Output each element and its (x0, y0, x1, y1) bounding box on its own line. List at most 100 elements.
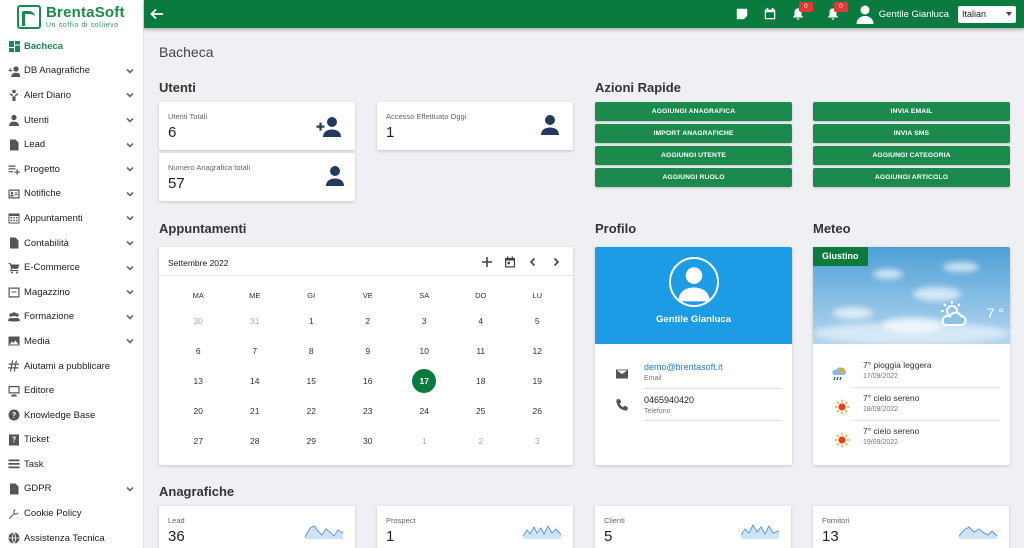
calendar-day[interactable]: 19 (509, 376, 566, 386)
calendar-day[interactable]: 4 (453, 316, 510, 326)
quick-action-aggiungi-utente-button[interactable]: AGGIUNGI UTENTE (595, 146, 792, 165)
sidebar-item-gdpr[interactable]: GDPR (0, 477, 143, 502)
calendar-day[interactable]: 9 (340, 346, 397, 356)
calendar-day[interactable]: 20 (170, 406, 227, 416)
sidebar-item-knowledge-base[interactable]: Knowledge Base (0, 403, 143, 428)
sidebar-item-formazione[interactable]: Formazione (0, 305, 143, 330)
calendar-day[interactable]: 5 (509, 316, 566, 326)
sidebar-item-cookie-policy[interactable]: Cookie Policy (0, 501, 143, 526)
sidebar-item-media[interactable]: Media (0, 329, 143, 354)
calendar-day[interactable]: 2 (340, 316, 397, 326)
stat-value: 5 (604, 528, 613, 545)
calendar-day[interactable]: 10 (396, 346, 453, 356)
anagrafica-card-fornitori[interactable]: Fornitori 13 (813, 506, 1009, 548)
anagrafica-card-clienti[interactable]: Clienti 5 (595, 506, 791, 548)
sidebar-item-lead[interactable]: Lead (0, 132, 143, 157)
section-title-meteo: Meteo (813, 221, 851, 236)
sidebar-item-db-anagrafiche[interactable]: DB Anagrafiche (0, 59, 143, 84)
calendar-day[interactable]: 2 (453, 436, 510, 446)
calendar-day[interactable]: 30 (170, 316, 227, 326)
sidebar-item-alert-diario[interactable]: Alert Diario (0, 83, 143, 108)
stat-card-accessi-oggi[interactable]: Accesso Effettuato Oggi 1 (377, 102, 573, 150)
bell-icon[interactable]: 0 (826, 2, 848, 21)
calendar-day[interactable]: 8 (283, 346, 340, 356)
calendar-day[interactable]: 22 (283, 406, 340, 416)
logo-icon (17, 5, 41, 29)
calendar-day[interactable]: 1 (396, 436, 453, 446)
calendar-day[interactable]: 25 (453, 406, 510, 416)
calendar-day[interactable]: 29 (283, 436, 340, 446)
document-icon (7, 482, 21, 496)
calendar-day[interactable]: 24 (396, 406, 453, 416)
calendar-day[interactable]: 6 (170, 346, 227, 356)
sidebar-item-ticket[interactable]: Ticket (0, 428, 143, 453)
calendar-day[interactable]: 23 (340, 406, 397, 416)
calendar-day[interactable]: 28 (227, 436, 284, 446)
stat-card-utenti-totali[interactable]: Utenti Totali 6 (159, 102, 355, 150)
calendar-today-icon[interactable] (503, 255, 517, 269)
cart-icon (7, 261, 21, 275)
calendar-day-today[interactable]: 17 (396, 369, 453, 393)
chevron-down-icon (125, 213, 135, 223)
quick-action-aggiungi-ruolo-button[interactable]: AGGIUNGI RUOLO (595, 168, 792, 187)
note-icon[interactable] (735, 7, 749, 21)
sidebar-item-progetto[interactable]: Progetto (0, 157, 143, 182)
quick-action-import-anagrafiche-button[interactable]: IMPORT ANAGRAFICHE (595, 124, 792, 143)
calendar-day[interactable]: 15 (283, 376, 340, 386)
quick-action-invia-sms-button[interactable]: INVIA SMS (813, 124, 1010, 143)
calendar-day[interactable]: 1 (283, 316, 340, 326)
sidebar-item-editore[interactable]: Editore (0, 378, 143, 403)
sidebar-item-e-commerce[interactable]: E-Commerce (0, 255, 143, 280)
calendar-day-number: 28 (250, 436, 260, 446)
divider (644, 420, 782, 421)
calendar-day[interactable]: 13 (170, 376, 227, 386)
sidebar-item-task[interactable]: Task (0, 452, 143, 477)
sidebar-item-notifiche[interactable]: Notifiche (0, 182, 143, 207)
calendar-day[interactable]: 26 (509, 406, 566, 416)
chevron-left-icon[interactable] (526, 255, 540, 269)
sidebar-item-appuntamenti[interactable]: Appuntamenti (0, 206, 143, 231)
quick-action-aggiungi-articolo-button[interactable]: AGGIUNGI ARTICOLO (813, 168, 1010, 187)
sidebar-item-contabilit[interactable]: Contabilità (0, 231, 143, 256)
sidebar-item-assistenza-tecnica[interactable]: Assistenza Tecnica (0, 526, 143, 548)
calendar-day-number: 6 (195, 346, 201, 356)
quick-action-invia-email-button[interactable]: INVIA EMAIL (813, 102, 1010, 121)
bell-icon[interactable]: 0 (791, 2, 813, 21)
calendar-day[interactable]: 12 (509, 346, 566, 356)
calendar-day[interactable]: 3 (396, 316, 453, 326)
calendar-day[interactable]: 16 (340, 376, 397, 386)
calendar-day[interactable]: 18 (453, 376, 510, 386)
calendar-day[interactable]: 30 (340, 436, 397, 446)
calendar-icon[interactable] (763, 7, 777, 21)
quick-action-aggiungi-anagrafica-button[interactable]: AGGIUNGI ANAGRAFICA (595, 102, 792, 121)
chevron-right-icon[interactable] (549, 255, 563, 269)
calendar-day[interactable]: 27 (170, 436, 227, 446)
quick-action-aggiungi-categoria-button[interactable]: AGGIUNGI CATEGORIA (813, 146, 1010, 165)
anagrafica-card-lead[interactable]: Lead 36 (159, 506, 355, 548)
calendar-day[interactable]: 3 (509, 436, 566, 446)
notification-badge: 0 (798, 2, 813, 12)
add-icon[interactable] (480, 255, 494, 269)
anagrafica-card-prospect[interactable]: Prospect 1 (377, 506, 573, 548)
calendar-day[interactable]: 7 (227, 346, 284, 356)
calendar-day-number: 22 (306, 406, 316, 416)
calendar-day[interactable]: 21 (227, 406, 284, 416)
stat-card-anagrafiche[interactable]: Numero Anagrafica totali 57 (159, 153, 355, 201)
calendar-day[interactable]: 14 (227, 376, 284, 386)
language-select[interactable]: Italian (958, 5, 1016, 23)
back-arrow-icon[interactable] (149, 6, 165, 22)
brand-logo[interactable]: BrentaSoft Un soffio di sollievo (0, 0, 143, 34)
username[interactable]: Gentile Gianluca (879, 9, 949, 20)
sidebar-item-aiutami-a-pubblicare[interactable]: Aiutami a pubblicare (0, 354, 143, 379)
forecast-description: 7° cielo sereno (863, 393, 920, 403)
calendar-day[interactable]: 11 (453, 346, 510, 356)
sidebar-item-label: Ticket (24, 434, 49, 446)
stat-label: Utenti Totali (168, 112, 208, 121)
user-avatar-icon[interactable] (855, 4, 875, 24)
calendar-day-number: 3 (534, 436, 540, 446)
calendar-day[interactable]: 31 (227, 316, 284, 326)
sidebar-item-utenti[interactable]: Utenti (0, 108, 143, 133)
sidebar-item-bacheca[interactable]: Bacheca (0, 34, 143, 59)
sidebar-item-magazzino[interactable]: Magazzino (0, 280, 143, 305)
profile-email[interactable]: demo@brentasoft.it (644, 362, 723, 372)
